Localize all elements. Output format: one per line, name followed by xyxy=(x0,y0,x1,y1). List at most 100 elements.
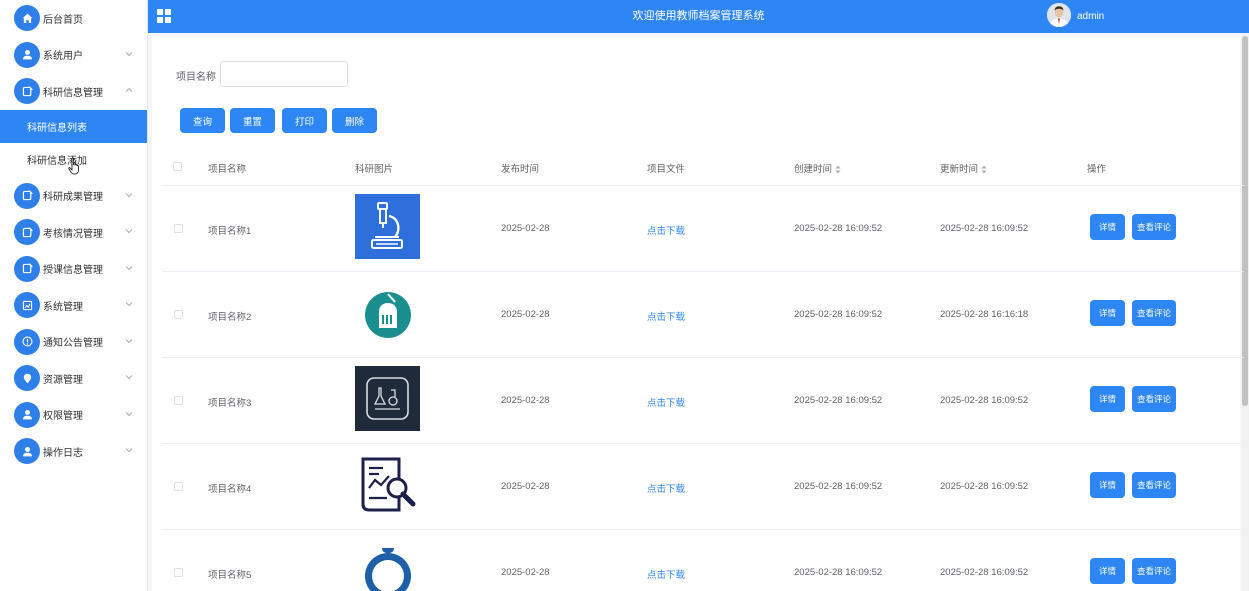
download-link[interactable]: 点击下载 xyxy=(647,567,685,581)
download-link[interactable]: 点击下载 xyxy=(647,395,685,409)
print-button[interactable]: 打印 xyxy=(282,108,327,133)
row-name: 项目名称4 xyxy=(208,484,252,495)
row-checkbox[interactable] xyxy=(174,224,183,233)
download-link[interactable]: 点击下载 xyxy=(647,309,685,323)
lab-tools-icon xyxy=(355,366,420,431)
row-name: 项目名称5 xyxy=(208,570,252,581)
report-search-icon xyxy=(355,452,420,517)
sidebar-item-system-mgmt[interactable]: 系统管理 xyxy=(0,287,147,324)
row-created: 2025-02-28 16:09:52 xyxy=(794,481,883,492)
detail-button[interactable]: 详情 xyxy=(1090,558,1125,584)
view-comments-button[interactable]: 查看评论 xyxy=(1132,472,1176,498)
col-header-ops: 操作 xyxy=(1087,164,1107,175)
main-content: 项目名称 查询 重置 打印 删除 项目名称 科研图片 发布时间 项目文件 创建时… xyxy=(152,37,1244,591)
sidebar-item-notice[interactable]: 通知公告管理 xyxy=(0,324,147,361)
user-icon xyxy=(14,41,40,68)
row-updated: 2025-02-28 16:09:52 xyxy=(940,395,1029,406)
sidebar-item-label: 系统管理 xyxy=(43,301,83,313)
sidebar-item-label: 操作日志 xyxy=(43,447,83,459)
sort-icon[interactable] xyxy=(835,165,841,174)
chevron-down-icon xyxy=(125,191,133,199)
row-updated: 2025-02-28 16:09:52 xyxy=(940,481,1029,492)
home-icon xyxy=(14,5,40,32)
row-divider xyxy=(162,443,1244,444)
chevron-down-icon xyxy=(125,227,133,235)
col-header-updated[interactable]: 更新时间 xyxy=(940,161,987,175)
sidebar-item-research-info[interactable]: 科研信息管理 xyxy=(0,73,147,110)
query-button[interactable]: 查询 xyxy=(180,108,225,133)
sidebar-item-oplog[interactable]: 操作日志 xyxy=(0,433,147,470)
row-divider xyxy=(162,185,1244,186)
sidebar-item-label: 系统用户 xyxy=(43,51,83,63)
doc-icon xyxy=(14,182,40,209)
sidebar-item-home[interactable]: 后台首页 xyxy=(0,0,147,37)
row-checkbox[interactable] xyxy=(174,310,183,319)
row-publish: 2025-02-28 xyxy=(501,481,550,492)
detail-button[interactable]: 详情 xyxy=(1090,300,1125,326)
row-created: 2025-02-28 16:09:52 xyxy=(794,223,883,234)
vertical-scrollbar[interactable] xyxy=(1241,33,1249,591)
sidebar-item-label: 科研成果管理 xyxy=(43,192,103,204)
col-header-created[interactable]: 创建时间 xyxy=(794,161,841,175)
sidebar-item-assessment[interactable]: 考核情况管理 xyxy=(0,214,147,251)
info-icon xyxy=(14,328,40,355)
chevron-down-icon xyxy=(125,373,133,381)
view-comments-button[interactable]: 查看评论 xyxy=(1132,386,1176,412)
row-publish: 2025-02-28 xyxy=(501,309,550,320)
user-icon xyxy=(14,401,40,428)
sidebar-item-label: 授课信息管理 xyxy=(43,265,103,277)
row-updated: 2025-02-28 16:09:52 xyxy=(940,567,1029,578)
download-link[interactable]: 点击下载 xyxy=(647,223,685,237)
chevron-down-icon xyxy=(125,337,133,345)
chevron-down-icon xyxy=(125,50,133,58)
view-comments-button[interactable]: 查看评论 xyxy=(1132,214,1176,240)
row-divider xyxy=(162,271,1244,272)
sidebar-item-label: 考核情况管理 xyxy=(43,228,103,240)
reset-button[interactable]: 重置 xyxy=(230,108,275,133)
row-publish: 2025-02-28 xyxy=(501,223,550,234)
row-created: 2025-02-28 16:09:52 xyxy=(794,309,883,320)
sidebar-item-teaching[interactable]: 授课信息管理 xyxy=(0,251,147,288)
detail-button[interactable]: 详情 xyxy=(1090,386,1125,412)
keyan-logo-icon xyxy=(355,542,420,591)
sidebar-item-permission[interactable]: 权限管理 xyxy=(0,397,147,434)
download-link[interactable]: 点击下载 xyxy=(647,481,685,495)
detail-button[interactable]: 详情 xyxy=(1090,214,1125,240)
doc-icon xyxy=(14,255,40,282)
sidebar-subitem-research-list[interactable]: 科研信息列表 xyxy=(0,109,147,143)
user-icon xyxy=(14,438,40,465)
row-divider xyxy=(162,529,1244,530)
sidebar: 后台首页 系统用户 科研信息管理 科研信息列表 科研信息添加 科研成果管理 考核… xyxy=(0,0,148,591)
top-header: 欢迎使用教师档案管理系统 admin xyxy=(148,0,1249,33)
sidebar-item-resource[interactable]: 资源管理 xyxy=(0,360,147,397)
microscope-icon xyxy=(355,194,420,259)
select-all-checkbox[interactable] xyxy=(173,162,182,171)
row-checkbox[interactable] xyxy=(174,568,183,577)
chevron-down-icon xyxy=(125,446,133,454)
sidebar-item-label: 通知公告管理 xyxy=(43,338,103,350)
search-input[interactable] xyxy=(220,61,348,87)
sidebar-item-label: 资源管理 xyxy=(43,374,83,386)
row-name: 项目名称2 xyxy=(208,312,252,323)
sidebar-item-system-users[interactable]: 系统用户 xyxy=(0,37,147,74)
sidebar-item-research-results[interactable]: 科研成果管理 xyxy=(0,178,147,215)
detail-button[interactable]: 详情 xyxy=(1090,472,1125,498)
chevron-up-icon xyxy=(125,86,133,94)
sort-icon[interactable] xyxy=(981,165,987,174)
username[interactable]: admin xyxy=(1077,0,1104,33)
row-checkbox[interactable] xyxy=(174,396,183,405)
avatar[interactable] xyxy=(1047,3,1071,27)
row-checkbox[interactable] xyxy=(174,482,183,491)
col-header-created-label: 创建时间 xyxy=(794,164,833,175)
sidebar-subitem-label: 科研信息列表 xyxy=(27,122,87,134)
sidebar-item-label: 后台首页 xyxy=(43,14,83,26)
chevron-down-icon xyxy=(125,410,133,418)
row-name: 项目名称3 xyxy=(208,398,252,409)
view-comments-button[interactable]: 查看评论 xyxy=(1132,300,1176,326)
delete-button[interactable]: 删除 xyxy=(332,108,377,133)
row-created: 2025-02-28 16:09:52 xyxy=(794,567,883,578)
view-comments-button[interactable]: 查看评论 xyxy=(1132,558,1176,584)
row-publish: 2025-02-28 xyxy=(501,395,550,406)
doc-icon xyxy=(14,78,40,105)
col-header-name: 项目名称 xyxy=(208,164,247,175)
